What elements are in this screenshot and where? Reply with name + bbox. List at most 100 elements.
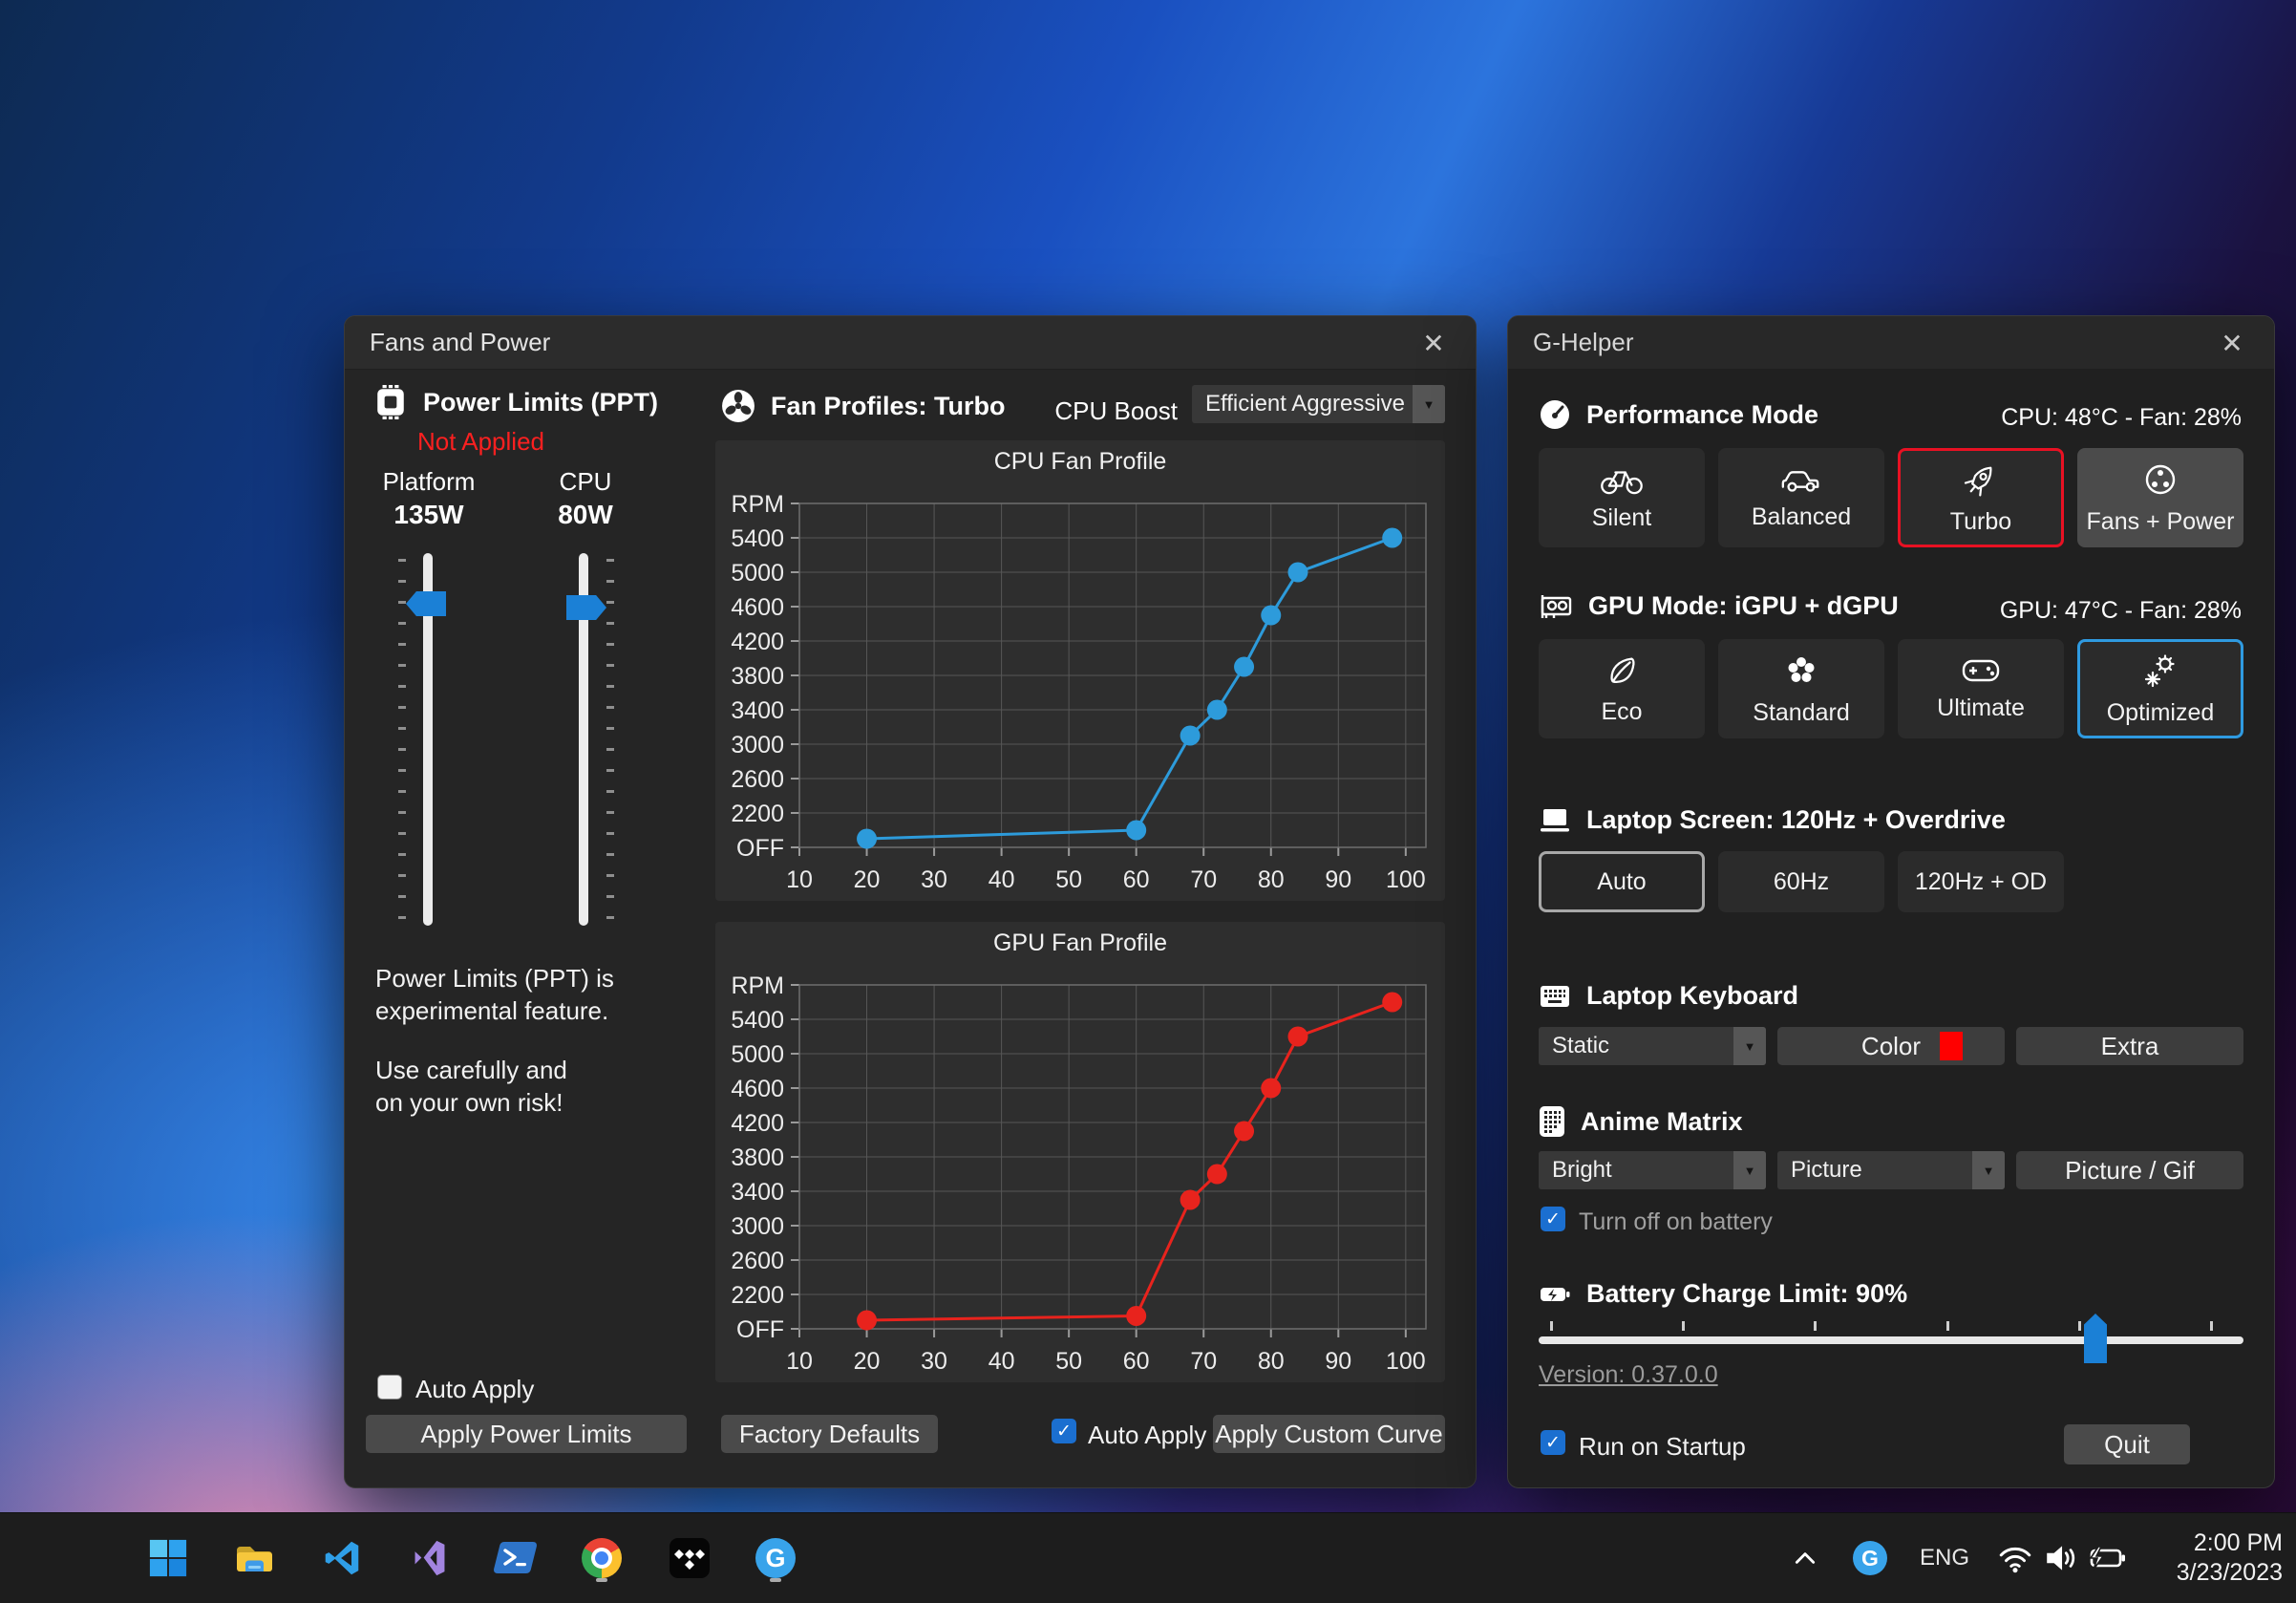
cpu-slider-thumb[interactable]	[566, 595, 606, 620]
apply-power-limits-button[interactable]: Apply Power Limits	[366, 1415, 687, 1453]
svg-text:OFF: OFF	[736, 835, 784, 862]
anime-brightness-dropdown[interactable]: Bright ▼	[1539, 1151, 1766, 1189]
laptop-keyboard-header: Laptop Keyboard	[1539, 981, 1798, 1011]
svg-text:3000: 3000	[731, 1213, 784, 1240]
anime-battery-off-checkbox[interactable]: ✓	[1541, 1207, 1565, 1231]
cpu-boost-dropdown-button[interactable]: ▼	[1413, 385, 1445, 423]
fans-window-title: Fans and Power	[370, 328, 550, 357]
anime-matrix-title: Anime Matrix	[1581, 1107, 1743, 1137]
file-explorer-button[interactable]	[227, 1531, 281, 1585]
clock-date: 3/23/2023	[2177, 1558, 2283, 1588]
svg-text:5400: 5400	[731, 525, 784, 552]
keyboard-mode-dropdown[interactable]: Static ▼	[1539, 1027, 1766, 1065]
keyboard-color-button[interactable]: Color	[1777, 1027, 2005, 1065]
gpu-mode-optimized-button[interactable]: Optimized	[2077, 639, 2243, 738]
gpu-mode-standard-button[interactable]: Standard	[1718, 639, 1884, 738]
ghelper-close-button[interactable]: ✕	[2213, 326, 2251, 360]
anime-mode-dropdown[interactable]: Picture ▼	[1777, 1151, 2005, 1189]
svg-text:5000: 5000	[731, 560, 784, 587]
gpu-mode-optimized-label: Optimized	[2107, 699, 2215, 727]
perf-mode-balanced-label: Balanced	[1752, 503, 1851, 531]
run-on-startup-checkbox[interactable]: ✓	[1541, 1430, 1565, 1455]
anime-mode-dropdown-button[interactable]: ▼	[1972, 1151, 2005, 1189]
keyboard-mode-dropdown-button[interactable]: ▼	[1733, 1027, 1766, 1065]
tidal-button[interactable]	[663, 1531, 716, 1585]
performance-mode-title: Performance Mode	[1586, 400, 1818, 430]
battery-tray-button[interactable]	[2080, 1531, 2134, 1585]
ghelper-titlebar[interactable]: G-Helper	[1508, 316, 2274, 370]
gpu-mode-ultimate-button[interactable]: Ultimate	[1898, 639, 2064, 738]
anime-battery-off-label: Turn off on battery	[1579, 1208, 1773, 1236]
fans-close-button[interactable]: ✕	[1414, 326, 1453, 360]
language-indicator[interactable]: ENG	[1920, 1545, 1969, 1571]
quit-button[interactable]: Quit	[2064, 1424, 2190, 1464]
svg-text:50: 50	[1055, 866, 1082, 893]
powershell-button[interactable]	[489, 1531, 542, 1585]
power-limits-title: Power Limits (PPT)	[423, 388, 658, 417]
fans-titlebar[interactable]: Fans and Power	[345, 316, 1476, 370]
gpu-mode-title: GPU Mode: iGPU + dGPU	[1588, 591, 1899, 621]
keyboard-mode-value: Static	[1539, 1027, 1733, 1065]
svg-text:90: 90	[1325, 866, 1351, 893]
perf-mode-fans-power-button[interactable]: Fans + Power	[2077, 448, 2243, 547]
tray-chevron-button[interactable]	[1778, 1531, 1832, 1585]
svg-text:4600: 4600	[731, 594, 784, 621]
svg-text:2600: 2600	[731, 1248, 784, 1274]
clock[interactable]: 2:00 PM 3/23/2023	[2177, 1528, 2283, 1588]
speaker-icon	[2043, 1542, 2079, 1574]
chevron-down-icon: ▼	[1423, 397, 1435, 412]
chrome-running-indicator	[596, 1578, 607, 1582]
cpu-fan-chart[interactable]: OFF220026003000340038004200460050005400R…	[715, 482, 1445, 901]
anime-picture-gif-button[interactable]: Picture / Gif	[2016, 1151, 2243, 1189]
perf-mode-silent-button[interactable]: Silent	[1539, 448, 1705, 547]
screen-60hz-button[interactable]: 60Hz	[1718, 851, 1884, 912]
factory-defaults-button[interactable]: Factory Defaults	[721, 1415, 938, 1453]
screen-60hz-label: 60Hz	[1774, 868, 1829, 896]
tray-ghelper-button[interactable]: G	[1843, 1531, 1897, 1585]
power-auto-apply-label: Auto Apply	[415, 1375, 534, 1404]
battery-limit-slider[interactable]	[1539, 1336, 2243, 1344]
gpu-mode-eco-button[interactable]: Eco	[1539, 639, 1705, 738]
perf-mode-turbo-label: Turbo	[1950, 508, 2011, 536]
cpu-fan-chart-title: CPU Fan Profile	[715, 440, 1445, 482]
car-icon	[1779, 465, 1823, 494]
perf-mode-balanced-button[interactable]: Balanced	[1718, 448, 1884, 547]
svg-text:5400: 5400	[731, 1007, 784, 1034]
laptop-keyboard-title: Laptop Keyboard	[1586, 981, 1798, 1011]
clock-time: 2:00 PM	[2177, 1528, 2283, 1558]
anime-brightness-dropdown-button[interactable]: ▼	[1733, 1151, 1766, 1189]
chrome-button[interactable]	[575, 1531, 628, 1585]
anime-mode-value: Picture	[1777, 1151, 1972, 1189]
svg-text:20: 20	[854, 1348, 881, 1375]
svg-text:2200: 2200	[731, 1282, 784, 1309]
cpu-boost-dropdown[interactable]: Efficient Aggressive ▼	[1192, 385, 1445, 423]
version-link[interactable]: Version: 0.37.0.0	[1539, 1361, 1718, 1389]
vscode-button[interactable]	[315, 1531, 369, 1585]
ghelper-running-indicator	[770, 1578, 781, 1582]
apply-custom-curve-button[interactable]: Apply Custom Curve	[1213, 1415, 1445, 1453]
gpu-mode-standard-label: Standard	[1753, 699, 1849, 727]
chevron-up-icon	[1793, 1548, 1818, 1569]
keyboard-extra-button[interactable]: Extra	[2016, 1027, 2243, 1065]
gpu-fan-chart[interactable]: OFF220026003000340038004200460050005400R…	[715, 964, 1445, 1382]
flower-icon	[1782, 652, 1820, 690]
gpu-mode-header: GPU Mode: iGPU + dGPU	[1539, 591, 1899, 621]
screen-auto-button[interactable]: Auto	[1539, 851, 1705, 912]
ghelper-taskbar-button[interactable]: G	[749, 1531, 802, 1585]
platform-slider-thumb[interactable]	[406, 591, 446, 616]
screen-auto-label: Auto	[1597, 868, 1646, 896]
keyboard-color-label: Color	[1861, 1032, 1921, 1061]
perf-mode-turbo-button[interactable]: Turbo	[1898, 448, 2064, 547]
keyboard-color-swatch	[1940, 1032, 1963, 1060]
power-auto-apply-checkbox[interactable]	[377, 1375, 402, 1400]
curve-auto-apply-checkbox[interactable]: ✓	[1052, 1419, 1076, 1443]
rocket-icon	[1962, 460, 2000, 499]
cpu-slider-ticks	[606, 559, 614, 924]
screen-120hz-od-button[interactable]: 120Hz + OD	[1898, 851, 2064, 912]
visual-studio-button[interactable]	[403, 1531, 457, 1585]
optimized-sparkle-gear-icon	[2141, 652, 2179, 690]
power-limits-status: Not Applied	[417, 427, 544, 457]
start-button[interactable]	[141, 1531, 195, 1585]
svg-text:40: 40	[989, 866, 1015, 893]
curve-auto-apply-label: Auto Apply	[1088, 1421, 1206, 1450]
